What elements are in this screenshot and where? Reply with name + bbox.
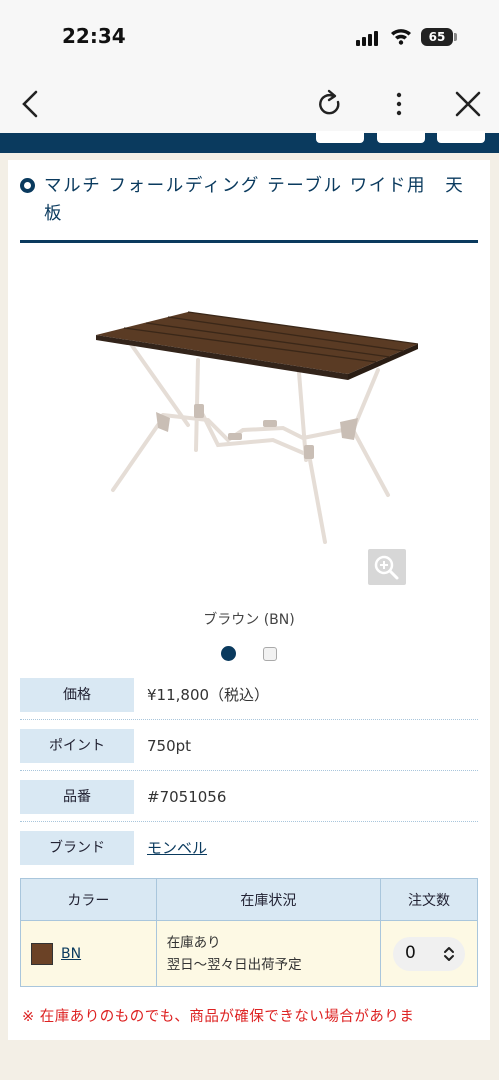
stock-color-cell: BN [20,920,157,987]
spec-row-item-number: 品番 #7051056 [20,772,478,822]
product-card: マルチ フォールディング テーブル ワイド用 天板 ブラウン (BN) 価格 ¥… [8,160,490,1040]
spec-label: 品番 [20,780,134,814]
shipping-estimate: 翌日〜翌々日出荷予定 [166,956,302,973]
spec-row-points: ポイント 750pt [20,721,478,771]
selected-color-caption: ブラウン (BN) [203,612,295,628]
quantity-value: 0 [405,942,416,963]
site-header [0,131,499,153]
close-icon[interactable] [452,88,484,120]
header-tab-3[interactable] [437,131,485,143]
battery-icon: 65 [421,28,453,46]
status-time: 22:34 [62,24,126,48]
color-chip [31,942,53,965]
spec-value-price: ¥11,800（税込） [147,686,270,704]
wifi-icon [391,29,411,45]
stock-header-color: カラー [20,878,157,921]
stock-notice: ※ 在庫ありのものでも、商品が確保できない場合がありま [22,1009,415,1025]
back-icon[interactable] [16,88,48,120]
spec-label: ブランド [20,831,134,865]
more-vertical-icon[interactable] [383,88,415,120]
reload-icon[interactable] [314,88,346,120]
spec-label: ポイント [20,729,134,763]
header-tab-2[interactable] [377,131,425,143]
spec-value-points: 750pt [147,737,192,755]
signal-icon [356,30,382,46]
color-code-link[interactable]: BN [61,946,81,962]
stock-table: カラー 在庫状況 注文数 BN 在庫あり 翌日〜翌々日出荷予定 0 [20,878,478,987]
stock-header-status: 在庫状況 [155,878,382,921]
image-indicator-inactive[interactable] [263,647,277,661]
zoom-in-icon[interactable] [368,549,406,585]
spec-row-price: 価格 ¥11,800（税込） [20,670,478,720]
quantity-select[interactable]: 0 [393,936,466,971]
stock-quantity-cell: 0 [380,920,478,987]
product-title: マルチ フォールディング テーブル ワイド用 天板 [44,176,465,224]
header-tab-1[interactable] [316,131,364,143]
status-bar: 22:34 65 [0,0,499,74]
table-row: BN 在庫あり 翌日〜翌々日出荷予定 0 [20,920,478,987]
title-bullet-icon [20,178,35,193]
spec-row-brand: ブランド モンベル [20,823,478,873]
battery-tip [454,33,457,41]
product-image [96,311,418,544]
spec-label: 価格 [20,678,134,712]
spec-value-item-number: #7051056 [147,788,227,806]
browser-toolbar [0,74,499,134]
chevron-updown-icon [444,946,455,961]
stock-status: 在庫あり [166,934,221,951]
stock-status-cell: 在庫あり 翌日〜翌々日出荷予定 [155,920,382,987]
stock-header-quantity: 注文数 [380,878,478,921]
brand-link[interactable]: モンベル [147,823,207,873]
product-title-row: マルチ フォールディング テーブル ワイド用 天板 [20,172,478,243]
image-indicator-active[interactable] [221,646,236,661]
